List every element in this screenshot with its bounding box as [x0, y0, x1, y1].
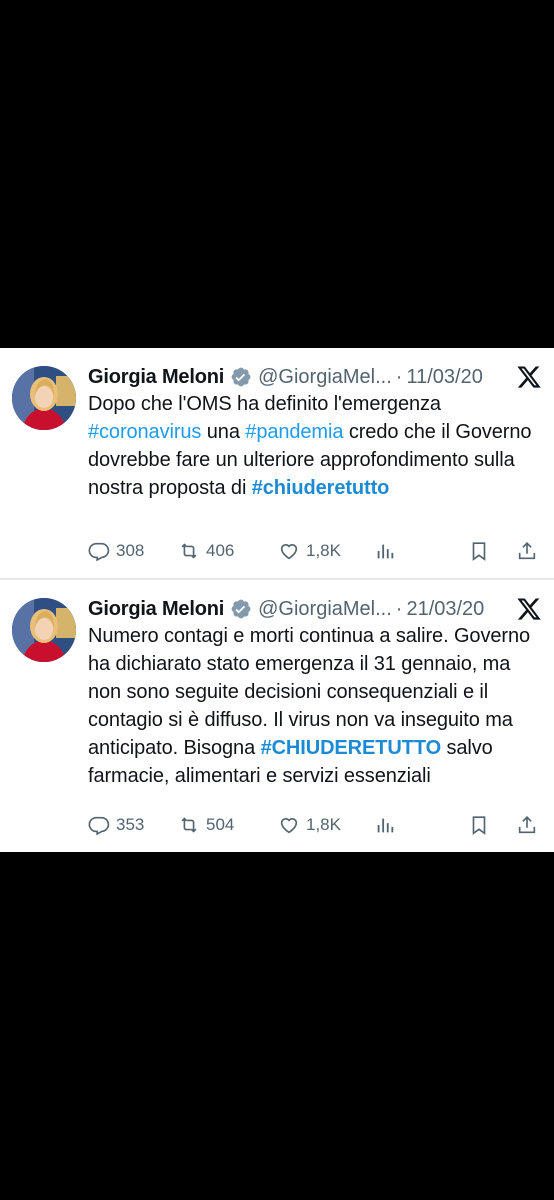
separator-dot: · [395, 365, 403, 388]
retweet-button[interactable]: 406 [178, 538, 234, 564]
reply-count: 353 [116, 815, 145, 834]
tweet-header: Giorgia Meloni @GiorgiaMel... · 11/03/20 [88, 362, 544, 392]
tweet-text-segment: una [201, 421, 246, 443]
like-count: 1,8K [306, 815, 341, 834]
avatar-image [12, 366, 76, 430]
hashtag-link[interactable]: #coronavirus [88, 421, 201, 443]
tweet-actions: 308 406 1,8K [88, 538, 542, 564]
like-button[interactable]: 1,8K [278, 812, 341, 838]
avatar-image [12, 598, 76, 662]
separator-dot: · [395, 597, 403, 620]
share-icon [518, 542, 536, 560]
tweet-date[interactable]: 21/03/20 [406, 598, 484, 621]
bookmark-icon [472, 542, 486, 561]
reply-button[interactable]: 308 [88, 538, 144, 564]
tweet-text-segment: Dopo che l'OMS ha definito l'emergenza [88, 393, 441, 415]
tweet-card[interactable]: Giorgia Meloni @GiorgiaMel... · 21/03/20… [0, 580, 554, 852]
like-button[interactable]: 1,8K [278, 538, 341, 564]
reply-count: 308 [116, 541, 145, 560]
hashtag-link[interactable]: #CHIUDERETUTTO [261, 737, 442, 759]
reply-icon [88, 542, 110, 562]
hashtag-link[interactable]: #pandemia [245, 421, 343, 443]
views-button[interactable] [374, 538, 402, 564]
x-logo-icon [516, 364, 542, 390]
x-logo-icon [516, 596, 542, 622]
avatar[interactable] [12, 366, 76, 430]
reply-icon [88, 816, 110, 836]
reply-button[interactable]: 353 [88, 812, 144, 838]
like-count: 1,8K [306, 541, 341, 560]
tweet-actions: 353 504 1,8K [88, 812, 542, 838]
author-name[interactable]: Giorgia Meloni [88, 366, 224, 389]
avatar[interactable] [12, 598, 76, 662]
views-button[interactable] [374, 812, 402, 838]
bookmark-button[interactable] [468, 538, 496, 564]
analytics-icon [377, 818, 394, 833]
verified-badge-icon [230, 366, 252, 388]
tweet-date[interactable]: 11/03/20 [406, 366, 482, 389]
share-icon [518, 816, 536, 834]
retweet-icon [181, 817, 197, 833]
tweet-card[interactable]: Giorgia Meloni @GiorgiaMel... · 11/03/20… [0, 348, 554, 578]
share-button[interactable] [516, 538, 544, 564]
bookmark-icon [472, 816, 486, 835]
heart-icon [280, 544, 298, 560]
verified-badge-icon [230, 598, 252, 620]
analytics-icon [377, 544, 394, 559]
hashtag-link[interactable]: #chiuderetutto [252, 477, 390, 499]
bookmark-button[interactable] [468, 812, 496, 838]
share-button[interactable] [516, 812, 544, 838]
author-handle[interactable]: @GiorgiaMel... [258, 366, 392, 389]
retweet-button[interactable]: 504 [178, 812, 234, 838]
retweet-icon [181, 543, 197, 559]
tweet-header: Giorgia Meloni @GiorgiaMel... · 21/03/20 [88, 594, 544, 624]
retweet-count: 406 [206, 541, 235, 560]
retweet-count: 504 [206, 815, 235, 834]
tweet-text: Numero contagi e morti continua a salire… [88, 622, 540, 790]
heart-icon [280, 818, 298, 834]
tweet-text: Dopo che l'OMS ha definito l'emergenza #… [88, 390, 540, 502]
author-name[interactable]: Giorgia Meloni [88, 598, 224, 621]
author-handle[interactable]: @GiorgiaMel... [258, 598, 392, 621]
